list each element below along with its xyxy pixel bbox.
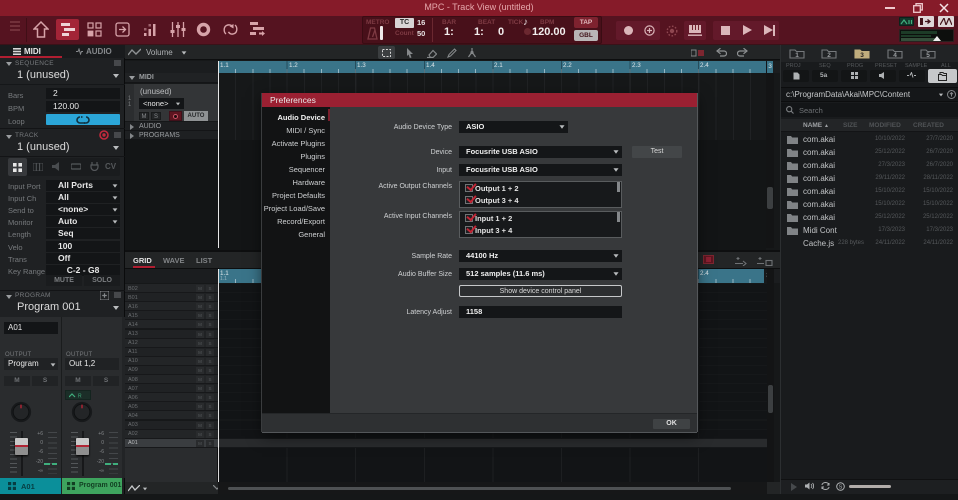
svg-text:4: 4 — [893, 52, 897, 59]
svg-text:2: 2 — [827, 52, 831, 59]
svg-text:S: S — [839, 485, 843, 491]
svg-text:5: 5 — [926, 52, 930, 59]
svg-text:3: 3 — [860, 52, 864, 59]
svg-text:1: 1 — [795, 52, 799, 59]
svg-text:R: R — [78, 394, 82, 399]
